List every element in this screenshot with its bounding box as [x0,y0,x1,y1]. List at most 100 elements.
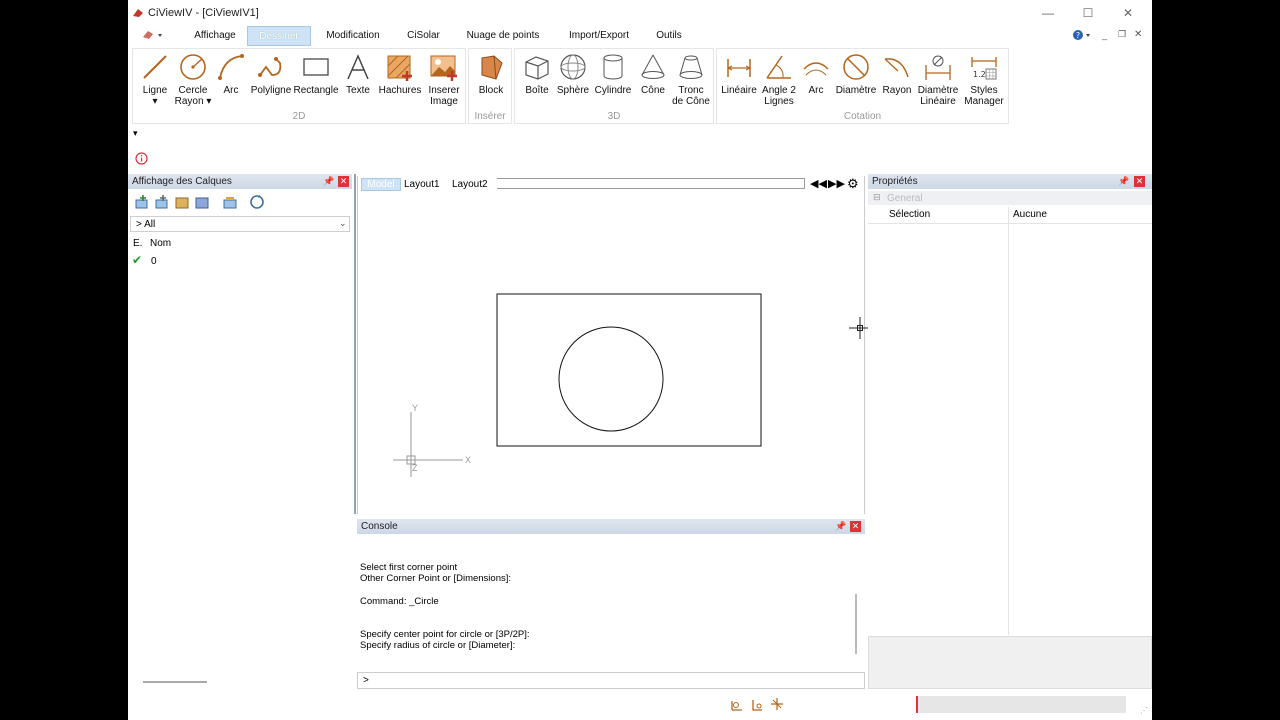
snap-icon[interactable] [730,698,744,715]
mdi-restore-icon[interactable]: ❐ [1118,29,1126,40]
sphere-button[interactable]: Sphère [555,53,591,96]
texte-button[interactable]: Texte [341,53,375,96]
console-line: Select first corner point [360,562,458,573]
gear-icon[interactable]: ⚙ [847,176,859,192]
properties-description-area [868,636,1152,689]
ribbon: Ligne ▾ Cercle Rayon ▾ Arc Polyligne Rec… [128,46,1152,126]
tab-model[interactable]: Model [361,178,401,191]
line-icon [143,55,167,79]
linear-diameter-icon [925,55,951,80]
maximize-button[interactable]: ☐ [1073,4,1103,22]
text-icon [347,54,369,80]
properties-body: ⊟ General Sélection Aucune [868,189,1152,635]
properties-pin-icon[interactable]: 📌 [1118,176,1129,187]
truncated-cone-icon [679,55,703,79]
tab-layout1[interactable]: Layout1 [404,178,448,191]
mdi-minimize-icon[interactable]: _ [1102,30,1107,40]
tab-outils[interactable]: Outils [646,26,692,46]
console-scrollbar[interactable] [855,594,857,654]
cylindre-button[interactable]: Cylindre [591,53,635,96]
tab-dessiner[interactable]: Dessiner [247,26,311,46]
layers-column-state: E. [133,238,143,249]
properties-section-label: General [887,193,923,204]
tab-prev-icon[interactable]: ◀◀ [810,177,827,190]
tab-layout2[interactable]: Layout2 [452,178,496,191]
check-icon: ✔ [132,253,143,267]
ribbon-tabs: Affichage Dessiner Modification CiSolar … [128,26,1152,46]
info-icon[interactable] [135,152,148,168]
hachures-button[interactable]: Hachures [377,53,423,96]
splitter-left[interactable] [354,174,356,514]
inserer-image-button[interactable]: Inserer Image [425,53,463,107]
layers-pin-icon[interactable]: 📌 [323,176,334,187]
help-icon[interactable]: ? [1072,29,1094,44]
title-bar: CiViewIV - [CiViewIV1] — ☐ ✕ [128,0,1152,26]
mdi-close-icon[interactable]: ✕ [1134,29,1142,40]
layer-state-icon [223,197,237,209]
console-line: Specify radius of circle or [Diameter]: [360,640,516,652]
arc-dim-icon [803,62,829,76]
circle-radius-icon [180,54,206,80]
console-input[interactable]: > [357,672,865,689]
block-button[interactable]: Block [471,53,511,96]
polyligne-button[interactable]: Polyligne [249,53,293,96]
rectangle-button[interactable]: Rectangle [293,53,339,96]
arc-button[interactable]: Arc [215,53,247,96]
layer-filter-select[interactable]: > All ⌄ [130,216,350,232]
tab-nuage-de-points[interactable]: Nuage de points [458,26,548,46]
cercle-rayon-button[interactable]: Cercle Rayon ▾ [173,53,213,107]
drawing-surface [393,293,762,477]
osnap-icon[interactable] [770,697,784,714]
rectangle-icon [303,58,329,76]
layers-close-button[interactable]: ✕ [338,176,349,187]
group-3d: Boîte Sphère Cylindre Cône Tronc de Cône… [514,48,714,124]
tab-cisolar[interactable]: CiSolar [396,26,451,46]
console-pin-icon[interactable]: 📌 [835,521,846,532]
properties-row[interactable]: Sélection Aucune [868,207,1152,224]
ortho-icon[interactable] [750,698,764,715]
tab-next-icon[interactable]: ▶▶ [828,177,845,190]
cone-button[interactable]: Cône [635,53,671,96]
angle-2-lignes-button[interactable]: Angle 2 Lignes [759,53,799,107]
tab-import-export[interactable]: Import/Export [560,26,638,46]
diametre-button[interactable]: Diamètre [833,53,879,96]
tronc-de-cone-button[interactable]: Tronc de Cône [671,53,711,107]
diametre-lineaire-button[interactable]: Diamètre Linéaire [915,53,961,107]
tab-modification[interactable]: Modification [318,26,388,46]
layer-row[interactable]: ✔ 0 [128,253,348,269]
layers-hscrollbar[interactable] [143,681,207,683]
styles-manager-button[interactable]: 1.2 Styles Manager [961,53,1007,107]
layers-panel-header: Affichage des Calques [128,174,352,189]
group-cotation-label: Cotation [843,111,882,122]
properties-close-button[interactable]: ✕ [1134,176,1145,187]
console-close-button[interactable]: ✕ [850,521,861,532]
ucs-axis-icon [393,412,463,477]
rayon-button[interactable]: Rayon [879,53,915,96]
quick-access-toggle-icon[interactable]: ▾ [133,128,138,139]
polyline-icon [258,57,282,77]
lineaire-button[interactable]: Linéaire [719,53,759,96]
box-icon [525,56,549,80]
drawing-canvas[interactable]: Model Layout1 Layout2 ◀◀ ▶▶ ⚙ Y X Z [357,176,865,514]
properties-section-general[interactable]: ⊟ General [868,191,1152,205]
layer-filter-value: > All [136,219,156,230]
drawn-circle [558,326,664,432]
ligne-button[interactable]: Ligne ▾ [137,53,173,107]
arc-dim-button[interactable]: Arc [801,53,831,96]
refresh-icon [250,195,264,209]
app-menu-button[interactable] [142,29,164,44]
minimize-button[interactable]: — [1033,4,1063,22]
tab-strip-scroll [497,178,805,189]
axis-y-label: Y [412,403,419,413]
close-button[interactable]: ✕ [1113,4,1143,22]
group-cotation: Linéaire Angle 2 Lignes Arc Diamètre Ray… [716,48,1009,124]
delete-layer-icon [175,197,189,209]
cylinder-icon [603,54,623,80]
properties-panel-title: Propriétés [872,176,918,187]
tab-affichage[interactable]: Affichage [180,26,250,46]
resize-grip-icon[interactable]: ⋰ [1140,706,1148,715]
progress-fill [916,696,918,713]
boite-button[interactable]: Boîte [519,53,555,96]
